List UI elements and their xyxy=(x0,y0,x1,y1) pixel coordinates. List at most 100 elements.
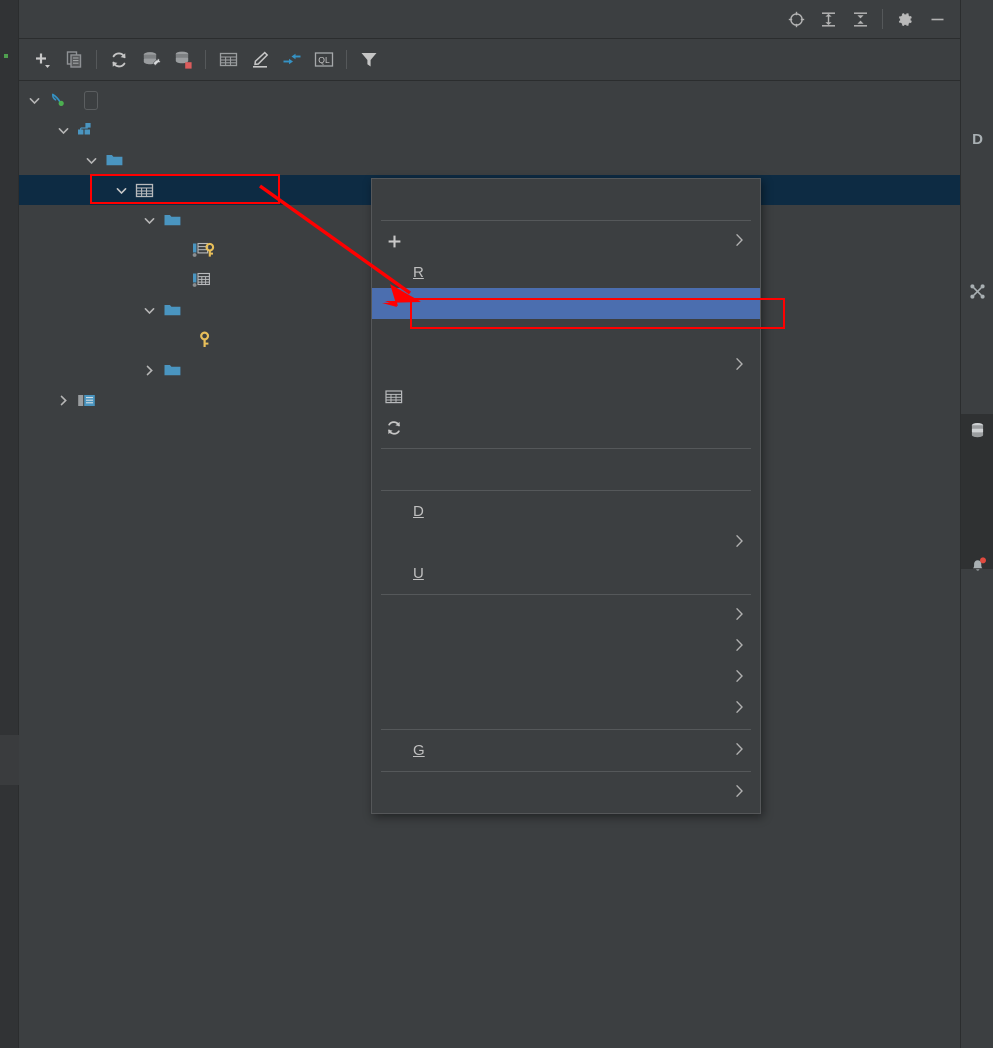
chevron-right-icon[interactable] xyxy=(142,363,157,378)
tree-node-user[interactable] xyxy=(19,115,960,145)
filter-icon[interactable] xyxy=(353,44,385,76)
mnemonic-letter: U xyxy=(413,565,424,582)
right-tool-rail: D xyxy=(960,0,993,1048)
tree-node-tables[interactable] xyxy=(19,145,960,175)
ide-window: QL R D U G D xyxy=(0,0,993,1048)
chevron-down-icon[interactable] xyxy=(142,213,157,228)
schema-icon xyxy=(77,121,96,139)
menu-item-rename[interactable]: R xyxy=(372,257,760,288)
menu-separator xyxy=(381,729,751,730)
column-key-icon xyxy=(192,241,218,259)
header-separator xyxy=(882,9,883,29)
collapse-icon[interactable] xyxy=(276,44,308,76)
scroll-from-source-icon[interactable] xyxy=(781,4,811,34)
chevron-down-icon[interactable] xyxy=(27,93,42,108)
minimize-icon[interactable] xyxy=(922,4,952,34)
tool-window-header xyxy=(19,0,960,39)
menu-item-import-export[interactable] xyxy=(372,662,760,693)
chevron-right-icon xyxy=(735,784,744,801)
menu-item-label: G xyxy=(413,742,715,759)
refresh-icon[interactable] xyxy=(103,44,135,76)
rail-item-endpoints[interactable] xyxy=(961,275,993,306)
menu-item-diagrams[interactable] xyxy=(372,693,760,724)
plus-icon xyxy=(384,234,404,249)
menu-item-refresh[interactable] xyxy=(372,412,760,443)
menu-item-find-usages[interactable]: U xyxy=(372,558,760,589)
menu-item-new[interactable] xyxy=(372,226,760,257)
rail-item-big-data-tools[interactable]: D xyxy=(961,122,993,153)
chevron-down-icon[interactable] xyxy=(114,183,129,198)
duplicate-icon[interactable] xyxy=(58,44,90,76)
menu-item-mybatisx-generator[interactable] xyxy=(372,184,760,215)
chevron-right-icon[interactable] xyxy=(56,393,71,408)
left-tool-rail xyxy=(0,0,19,1048)
menu-item-modify-table[interactable] xyxy=(372,288,760,319)
menu-item-copy-paste[interactable] xyxy=(372,350,760,381)
chevron-down-icon[interactable] xyxy=(84,153,99,168)
big-data-tools-icon: D xyxy=(969,130,987,148)
svg-text:QL: QL xyxy=(318,55,330,65)
chevron-down-icon[interactable] xyxy=(56,123,71,138)
connection-count-badge xyxy=(84,90,98,110)
rail-item-notifications[interactable] xyxy=(961,548,993,579)
menu-item-edit-data[interactable] xyxy=(372,381,760,412)
mysql-dolphin-icon xyxy=(48,90,68,110)
chevron-right-icon xyxy=(735,534,744,551)
edit-icon[interactable] xyxy=(244,44,276,76)
status-dot xyxy=(4,54,8,58)
chevron-right-icon xyxy=(735,233,744,250)
chevron-down-icon[interactable] xyxy=(142,303,157,318)
query-console-icon[interactable]: QL xyxy=(308,44,340,76)
folder-icon xyxy=(163,212,182,228)
toolbar-separator xyxy=(96,50,97,69)
menu-item-modify-table-old-ui[interactable] xyxy=(372,319,760,350)
new-icon[interactable] xyxy=(26,44,58,76)
chevron-right-icon xyxy=(735,357,744,374)
menu-separator xyxy=(381,490,751,491)
database-toolbar: QL xyxy=(19,39,960,81)
chevron-right-icon xyxy=(735,607,744,624)
folder-icon xyxy=(163,302,182,318)
menu-item-label: U xyxy=(413,565,724,582)
menu-item-diagnostics[interactable] xyxy=(372,777,760,808)
folder-icon xyxy=(163,362,182,378)
chevron-right-icon xyxy=(735,638,744,655)
menu-item-git[interactable]: G xyxy=(372,735,760,766)
menu-item-navigation[interactable] xyxy=(372,527,760,558)
menu-item-tools[interactable] xyxy=(372,631,760,662)
column-icon xyxy=(192,271,218,289)
menu-item-quick-documentation[interactable]: D xyxy=(372,496,760,527)
chevron-right-icon xyxy=(735,742,744,759)
menu-item-label: R xyxy=(413,264,724,281)
mnemonic-letter: G xyxy=(413,742,425,759)
table-icon[interactable] xyxy=(212,44,244,76)
svg-text:D: D xyxy=(972,131,983,147)
header-actions xyxy=(781,0,960,38)
toolbar-separator-3 xyxy=(346,50,347,69)
server-objects-icon xyxy=(77,392,97,409)
tree-node-localhost[interactable] xyxy=(19,85,960,115)
left-rail-stripe[interactable] xyxy=(0,735,19,785)
rail-item-database[interactable] xyxy=(961,414,993,569)
chevron-right-icon xyxy=(735,700,744,717)
menu-item-drop[interactable] xyxy=(372,454,760,485)
folder-icon xyxy=(105,152,124,168)
menu-item-sql-scripts[interactable] xyxy=(372,600,760,631)
refresh-icon xyxy=(384,419,404,437)
mnemonic-letter: D xyxy=(413,503,424,520)
toolbar-separator-2 xyxy=(205,50,206,69)
rail-item-maven[interactable] xyxy=(961,40,993,53)
maven-logo-icon xyxy=(963,4,989,30)
collapse-all-icon[interactable] xyxy=(845,4,875,34)
menu-separator xyxy=(381,594,751,595)
menu-separator xyxy=(381,448,751,449)
chevron-right-icon xyxy=(735,669,744,686)
key-icon xyxy=(197,331,213,349)
disconnect-icon[interactable] xyxy=(167,44,199,76)
table-grid-icon xyxy=(135,182,154,199)
settings-gear-icon[interactable] xyxy=(890,4,920,34)
expand-all-icon[interactable] xyxy=(813,4,843,34)
datasource-properties-icon[interactable] xyxy=(135,44,167,76)
endpoints-icon xyxy=(969,283,987,301)
table-grid-icon xyxy=(384,389,404,405)
